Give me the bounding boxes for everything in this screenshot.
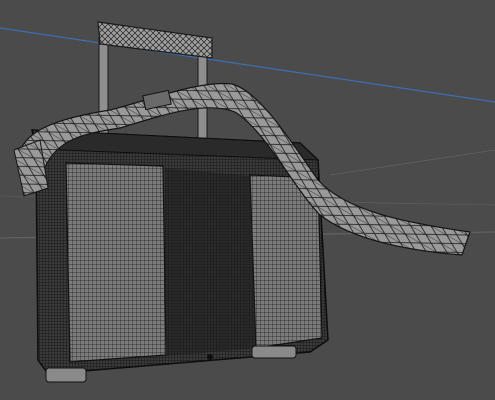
handle-grip: [97, 21, 213, 59]
center-panel: [165, 168, 256, 356]
x-axis-line: [0, 27, 495, 103]
wheel-front-left: [45, 367, 87, 383]
3d-viewport[interactable]: [0, 0, 495, 400]
viewport-canvas[interactable]: [0, 0, 495, 400]
wheel-front-right: [251, 345, 297, 359]
grid-line: [329, 149, 495, 176]
wheel-hub: [207, 354, 213, 360]
front-pocket-left: [65, 162, 167, 363]
